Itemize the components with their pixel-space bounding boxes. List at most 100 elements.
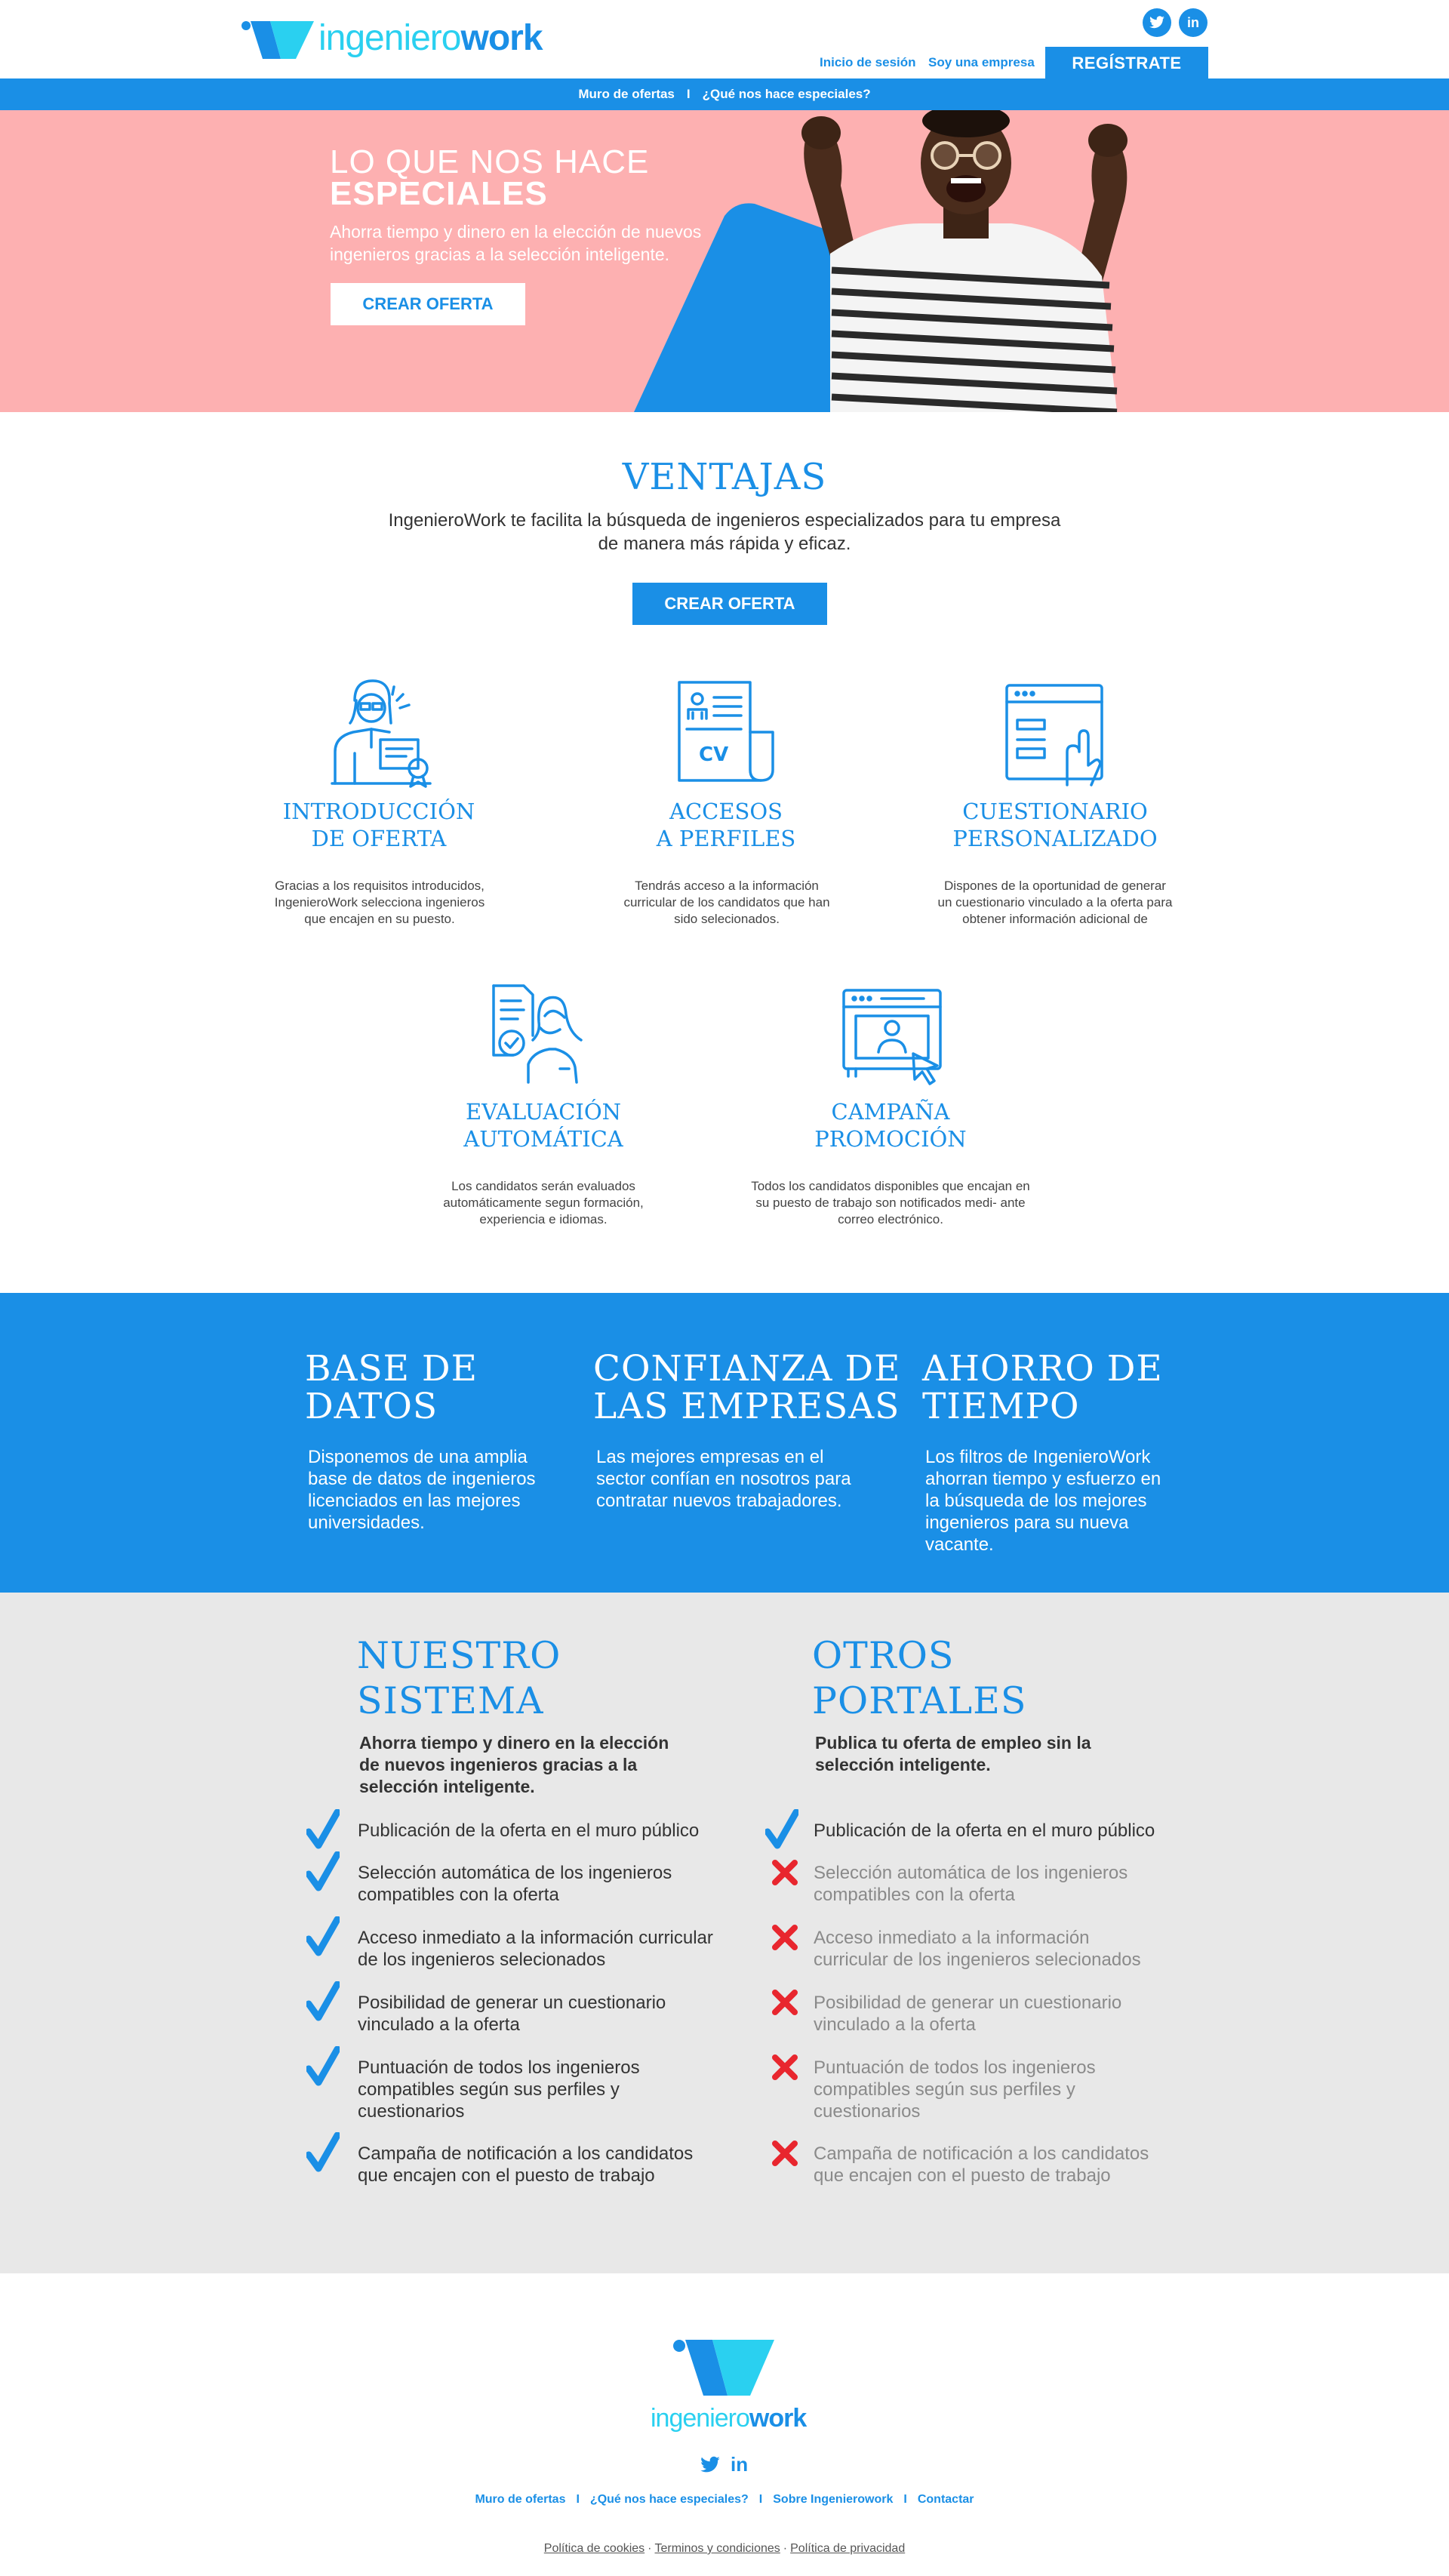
band-title-line2: LAS EMPRESAS: [593, 1386, 900, 1427]
feature-title-campaign: CAMPAÑA PROMOCIÓN: [755, 1098, 1026, 1153]
cross-icon: [771, 1859, 798, 1890]
feature-title-line1: INTRODUCCIÓN: [282, 799, 475, 824]
company-link[interactable]: Soy una empresa: [928, 55, 1035, 70]
feature-title-line1: ACCESOS: [669, 799, 783, 824]
feature-title-line1: CAMPAÑA: [831, 1099, 950, 1125]
benefits-band: BASE DE DATOS Disponemos de una amplia b…: [0, 1293, 1449, 1593]
footer-link-offers[interactable]: Muro de ofertas: [475, 2493, 565, 2507]
feature-title-evaluation: EVALUACIÓN AUTOMÁTICA: [408, 1098, 679, 1153]
nav-item-special[interactable]: ¿Qué nos hace especiales?: [703, 87, 871, 102]
legal-cookies-link[interactable]: Política de cookies: [544, 2542, 645, 2556]
footer-linkedin-icon[interactable]: in: [731, 2453, 748, 2476]
our-system-feature: Selección automática de los ingenieros c…: [358, 1863, 672, 1905]
band-text-time: Los filtros de IngenieroWork ahorran tie…: [925, 1447, 1161, 1555]
footer-logo[interactable]: ingenierowork: [651, 2338, 807, 2433]
other-portals-title-line2: PORTALES: [812, 1679, 1027, 1722]
band-title-line2: DATOS: [305, 1386, 438, 1427]
footer-links: Muro de ofertas I ¿Qué nos hace especial…: [0, 2493, 1449, 2507]
nav-separator: I: [686, 87, 691, 101]
questionnaire-click-icon: [1005, 684, 1103, 786]
twitter-icon[interactable]: [1143, 8, 1171, 37]
feature-title-line2: PROMOCIÓN: [814, 1126, 967, 1152]
footer-link-special[interactable]: ¿Qué nos hace especiales?: [590, 2493, 749, 2507]
footer-link-separator: I: [758, 2493, 763, 2506]
check-icon: [305, 1851, 341, 1896]
footer-logo-mark-icon: [673, 2340, 774, 2396]
check-icon: [305, 1808, 341, 1854]
footer-logo-text-part2: work: [749, 2404, 807, 2433]
check-icon: [305, 1980, 341, 2026]
check-icon: [764, 1808, 800, 1854]
band-title-line1: AHORRO DE: [922, 1348, 1163, 1390]
person-certificate-icon: [331, 679, 432, 788]
linkedin-label: in: [1187, 14, 1199, 30]
feature-title-offer: INTRODUCCIÓN DE OFERTA: [243, 798, 515, 852]
feature-desc-questionnaire: Dispones de la oportunidad de generar un…: [937, 879, 1173, 926]
other-portals-subtitle: Publica tu oferta de empleo sin la selec…: [815, 1733, 1091, 1774]
footer-link-separator: I: [903, 2493, 907, 2506]
footer-legal: Política de cookies · Terminos y condici…: [0, 2542, 1449, 2556]
feature-title-line2: DE OFERTA: [311, 826, 447, 851]
check-icon: [305, 2131, 341, 2177]
footer-link-about[interactable]: Sobre Ingenierowork: [773, 2493, 893, 2507]
footer-link-contact[interactable]: Contactar: [918, 2493, 974, 2507]
check-icon: [305, 1916, 341, 1961]
hero-title-line2: ESPECIALES: [330, 175, 548, 212]
footer-link-separator: I: [576, 2493, 580, 2506]
feature-title-line2: AUTOMÁTICA: [463, 1126, 623, 1152]
login-link[interactable]: Inicio de sesión: [820, 55, 916, 70]
logo[interactable]: ingenierowork: [240, 17, 543, 63]
cv-document-icon: CV: [678, 681, 774, 782]
band-title-time: AHORRO DE TIEMPO: [922, 1350, 1163, 1426]
evaluation-check-icon: [492, 984, 583, 1084]
feature-title-questionnaire: CUESTIONARIO PERSONALIZADO: [919, 798, 1191, 852]
feature-title-line2: PERSONALIZADO: [952, 826, 1158, 851]
feature-desc-offer: Gracias a los requisitos introducidos, I…: [274, 879, 485, 926]
band-title-line1: CONFIANZA DE: [593, 1348, 901, 1390]
our-system-feature: Campaña de notificación a los candidatos…: [358, 2144, 694, 2186]
other-portals-feature: Selección automática de los ingenieros c…: [814, 1863, 1128, 1905]
feature-title-profiles: ACCESOS A PERFILES: [590, 798, 862, 852]
our-system-title-line1: NUESTRO: [357, 1634, 561, 1677]
feature-title-line1: CUESTIONARIO: [962, 799, 1148, 824]
feature-desc-evaluation: Los candidatos serán evaluados automátic…: [443, 1179, 644, 1226]
advantages-create-offer-button[interactable]: CREAR OFERTA: [632, 583, 827, 625]
footer-twitter-icon[interactable]: [700, 2456, 721, 2474]
our-system-subtitle: Ahorra tiempo y dinero en la elección de…: [359, 1733, 669, 1796]
band-title-line2: TIEMPO: [922, 1386, 1080, 1427]
comparison-section: NUESTRO SISTEMA Ahorra tiempo y dinero e…: [0, 1593, 1449, 2273]
other-portals-feature: Puntuación de todos los ingenieros compa…: [814, 2057, 1096, 2122]
band-text-database: Disponemos de una amplia base de datos d…: [308, 1447, 536, 1533]
cross-icon: [771, 2140, 798, 2171]
other-portals-title: OTROS PORTALES: [812, 1633, 1026, 1724]
other-portals-title-line1: OTROS: [812, 1634, 955, 1677]
band-title-line1: BASE DE: [305, 1348, 478, 1390]
feature-desc-profiles: Tendrás acceso a la información curricul…: [623, 879, 830, 926]
band-title-trust: CONFIANZA DE LAS EMPRESAS: [593, 1350, 900, 1426]
hero-banner: LO QUE NOS HACE ESPECIALES Ahorra tiempo…: [0, 110, 1449, 412]
legal-separator: ·: [648, 2542, 652, 2555]
hero-create-offer-button[interactable]: CREAR OFERTA: [331, 283, 525, 325]
register-button[interactable]: REGÍSTRATE: [1045, 47, 1208, 80]
feature-title-line1: EVALUACIÓN: [465, 1099, 622, 1125]
band-title-database: BASE DE DATOS: [305, 1350, 478, 1426]
cross-icon: [771, 2054, 798, 2085]
nav-bar: Muro de ofertas I ¿Qué nos hace especial…: [0, 78, 1449, 110]
other-portals-feature: Posibilidad de generar un cuestionario v…: [814, 1993, 1122, 2035]
nav-item-offers[interactable]: Muro de ofertas: [578, 87, 675, 102]
cross-icon: [771, 1989, 798, 2020]
logo-text-part1: ingeniero: [318, 17, 461, 58]
cross-icon: [771, 1924, 798, 1955]
hero-subtitle: Ahorra tiempo y dinero en la elección de…: [330, 222, 702, 264]
legal-privacy-link[interactable]: Política de privacidad: [790, 2542, 905, 2556]
advantages-title: VENTAJAS: [622, 456, 827, 498]
logo-mark-icon: [242, 21, 314, 59]
logo-text-part2: work: [460, 17, 543, 58]
linkedin-icon[interactable]: in: [1179, 8, 1208, 37]
advantages-subtitle: IngenieroWork te facilita la búsqueda de…: [388, 510, 1061, 554]
other-portals-feature: Publicación de la oferta en el muro públ…: [814, 1820, 1155, 1841]
campaign-browser-icon: [842, 989, 942, 1085]
legal-terms-link[interactable]: Terminos y condiciones: [655, 2542, 780, 2556]
svg-text:CV: CV: [699, 743, 728, 766]
legal-separator: ·: [783, 2542, 788, 2555]
